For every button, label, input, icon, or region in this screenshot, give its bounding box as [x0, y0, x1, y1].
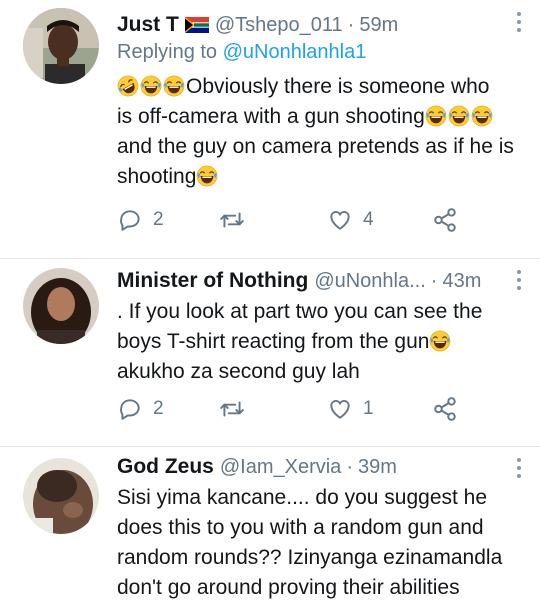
reply-icon — [117, 207, 143, 233]
reply-count: 2 — [153, 209, 164, 230]
tweet-text-line: and the guy on camera pretends as if he … — [117, 135, 514, 158]
tweet[interactable]: Minister of Nothing @uNonhla... · 43m . … — [0, 258, 540, 446]
tweet-text-line: akukho za second guy lah — [117, 360, 360, 383]
share-button[interactable] — [432, 205, 458, 235]
tweet-text-line: Obviously there is someone who — [186, 75, 490, 98]
user-handle[interactable]: @uNonhla... — [314, 270, 425, 293]
more-options-icon[interactable] — [514, 270, 524, 290]
tears-of-joy-emoji — [471, 105, 493, 127]
retweet-icon — [219, 207, 245, 233]
user-handle[interactable]: @Tshepo_011 — [215, 14, 343, 37]
retweet-icon — [219, 396, 245, 422]
separator-dot: · — [347, 13, 355, 36]
tweet[interactable]: Just T @Tshepo_011 · 59m Replying to @uN… — [0, 0, 540, 258]
like-button[interactable]: 4 — [327, 205, 374, 235]
share-button[interactable] — [432, 394, 458, 424]
retweet-button[interactable] — [219, 394, 245, 424]
share-icon — [432, 396, 458, 422]
replying-to-label: Replying to — [117, 41, 223, 63]
more-options-icon[interactable] — [514, 12, 524, 32]
tweet-text-line: . If you look at part two you can see th… — [117, 300, 483, 323]
tweet-text: Sisi yima kancane.... do you suggest he … — [117, 483, 520, 601]
avatar[interactable] — [23, 268, 99, 344]
share-icon — [432, 207, 458, 233]
display-name[interactable]: God Zeus — [117, 455, 214, 479]
like-count: 4 — [363, 209, 374, 230]
separator-dot: · — [430, 269, 438, 292]
avatar[interactable] — [23, 8, 99, 84]
retweet-button[interactable] — [219, 205, 245, 235]
reply-icon — [117, 396, 143, 422]
tweet-text-line: does this to you with a random gun and — [117, 516, 484, 539]
reply-button[interactable]: 2 — [117, 205, 164, 235]
timestamp[interactable]: 39m — [358, 456, 397, 479]
tweet-text-line: don't go around proving their abilities — [117, 576, 460, 599]
like-count: 1 — [363, 398, 374, 419]
tweet-text: . If you look at part two you can see th… — [117, 297, 520, 387]
avatar[interactable] — [23, 458, 99, 534]
more-options-icon[interactable] — [514, 458, 524, 478]
separator-dot: · — [346, 455, 353, 478]
tweet-text-line: shooting — [117, 165, 197, 188]
tears-of-joy-emoji — [140, 75, 162, 97]
reply-count: 2 — [153, 398, 164, 419]
user-handle[interactable]: @Iam_Xervia — [220, 456, 341, 479]
display-name[interactable]: Minister of Nothing — [117, 269, 308, 293]
tears-of-joy-emoji — [425, 105, 447, 127]
reply-button[interactable]: 2 — [117, 394, 164, 424]
south-africa-flag-emoji — [184, 17, 209, 33]
mention-link[interactable]: @uNonhlanhla1 — [223, 41, 367, 63]
tears-of-joy-emoji — [429, 330, 451, 352]
display-name[interactable]: Just T — [117, 13, 179, 37]
replying-to: Replying to @uNonhlanhla1 — [117, 41, 520, 64]
like-button[interactable]: 1 — [327, 394, 374, 424]
rolling-laughing-emoji — [117, 75, 139, 97]
tweet-text-line: boys T-shirt reacting from the gun — [117, 330, 430, 353]
tweet-text-line: Sisi yima kancane.... do you suggest he — [117, 486, 488, 509]
tweet-text: Obviously there is someone who is off-ca… — [117, 72, 520, 192]
tweet-text-line: is off-camera with a gun shooting — [117, 105, 425, 128]
tears-of-joy-emoji — [196, 165, 218, 187]
heart-icon — [327, 396, 353, 422]
tears-of-joy-emoji — [163, 75, 185, 97]
timestamp[interactable]: 59m — [359, 14, 398, 37]
timestamp[interactable]: 43m — [442, 270, 481, 293]
tears-of-joy-emoji — [448, 105, 470, 127]
tweet-text-line: random rounds?? Izinyanga ezinamandla — [117, 546, 503, 569]
tweet[interactable]: God Zeus @Iam_Xervia · 39m Sisi yima kan… — [0, 446, 540, 601]
heart-icon — [327, 207, 353, 233]
